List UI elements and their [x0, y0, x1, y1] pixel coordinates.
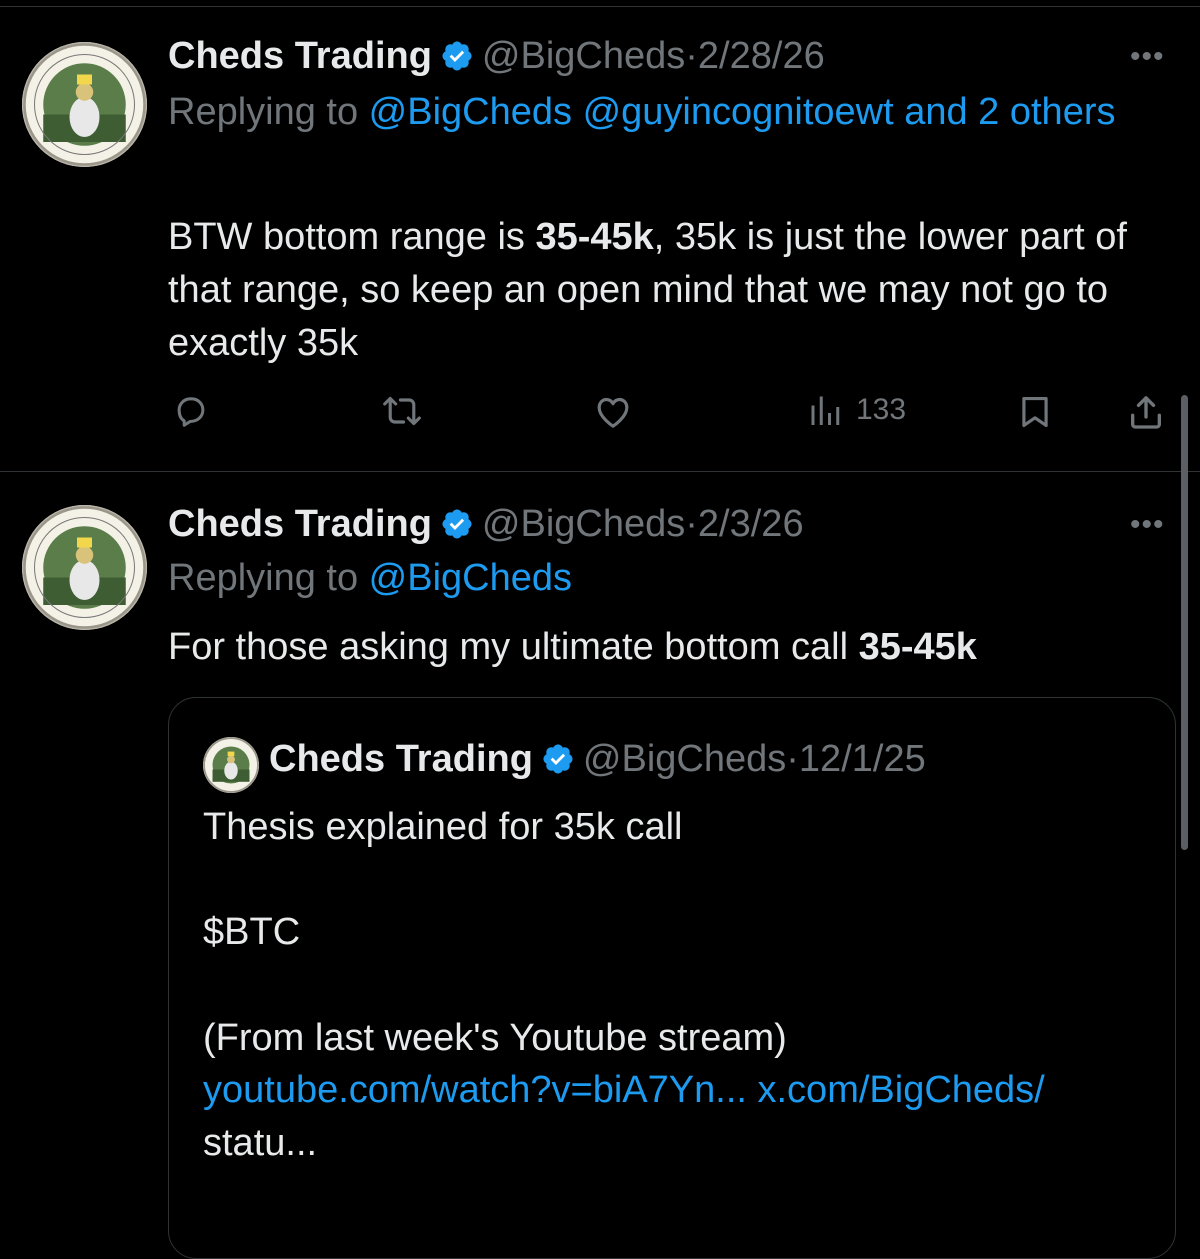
author-name[interactable]: Cheds Trading — [168, 35, 432, 77]
replying-prefix: Replying to — [168, 557, 369, 599]
tweet-text-bold: 35-45k — [535, 216, 654, 258]
tweet-date[interactable]: 2/3/26 — [698, 503, 804, 545]
tweet-text: BTW bottom range is 35-45k, 35k is just … — [168, 211, 1178, 370]
tweet-header: Cheds Trading @BigCheds·2/3/26 — [168, 502, 804, 551]
replying-prefix: Replying to — [168, 91, 369, 133]
youtube-link[interactable]: youtube.com/watch?v=biA7Yn... — [203, 1069, 747, 1111]
quoted-links: youtube.com/watch?v=biA7Yn... x.com/BigC… — [203, 1064, 1163, 1117]
quoted-header: Cheds Trading @BigCheds·12/1/25 — [269, 737, 926, 786]
x-link[interactable]: x.com/BigCheds/ — [758, 1069, 1045, 1111]
verified-icon — [440, 507, 474, 551]
verified-icon — [440, 39, 474, 83]
more-icon[interactable]: ••• — [1130, 40, 1165, 74]
retweet-icon[interactable] — [380, 392, 424, 430]
author-name[interactable]: Cheds Trading — [168, 503, 432, 545]
tweet-header: Cheds Trading @BigCheds·2/28/26 — [168, 34, 825, 83]
quoted-cashtag[interactable]: $BTC — [203, 906, 1163, 959]
views-icon[interactable]: 133 — [806, 392, 906, 428]
views-count: 133 — [856, 393, 907, 426]
quoted-avatar[interactable] — [203, 737, 259, 793]
tweet-text-part: BTW bottom range is — [168, 216, 536, 258]
quoted-line-1: Thesis explained for 35k call — [203, 806, 683, 848]
share-icon[interactable] — [1126, 392, 1166, 432]
author-handle[interactable]: @BigCheds — [482, 503, 685, 545]
tweet-actions: 133 — [0, 392, 1200, 432]
tweet-date[interactable]: 2/28/26 — [698, 35, 825, 77]
replying-link[interactable]: @BigCheds @guyincognitoewt and 2 others — [369, 91, 1116, 133]
author-handle[interactable]: @BigCheds — [482, 35, 685, 77]
quoted-author-handle[interactable]: @BigCheds — [583, 738, 786, 780]
separator: · — [685, 35, 698, 77]
scrollbar[interactable] — [1181, 395, 1188, 850]
reply-icon[interactable] — [172, 392, 210, 430]
tweet-divider — [0, 471, 1200, 472]
quoted-author-name[interactable]: Cheds Trading — [269, 738, 533, 780]
x-link-continued[interactable]: statu... — [203, 1117, 1163, 1170]
replying-to: Replying to @BigCheds — [168, 549, 1168, 607]
separator: · — [786, 738, 799, 780]
verified-icon — [541, 742, 575, 786]
quoted-line-3: (From last week's Youtube stream) — [203, 1017, 787, 1059]
tweet-text-bold: 35-45k — [858, 626, 977, 668]
more-icon[interactable]: ••• — [1130, 508, 1165, 542]
separator: · — [685, 503, 698, 545]
tweet-text: For those asking my ultimate bottom call… — [168, 621, 1178, 674]
top-divider — [0, 6, 1200, 7]
avatar[interactable] — [22, 42, 147, 167]
replying-link[interactable]: @BigCheds — [369, 557, 572, 599]
like-icon[interactable] — [592, 392, 634, 432]
replying-to: Replying to @BigCheds @guyincognitoewt a… — [168, 83, 1168, 141]
avatar[interactable] — [22, 505, 147, 630]
quoted-date[interactable]: 12/1/25 — [799, 738, 926, 780]
tweet-text-part: For those asking my ultimate bottom call — [168, 626, 859, 668]
bookmark-icon[interactable] — [1016, 392, 1054, 432]
